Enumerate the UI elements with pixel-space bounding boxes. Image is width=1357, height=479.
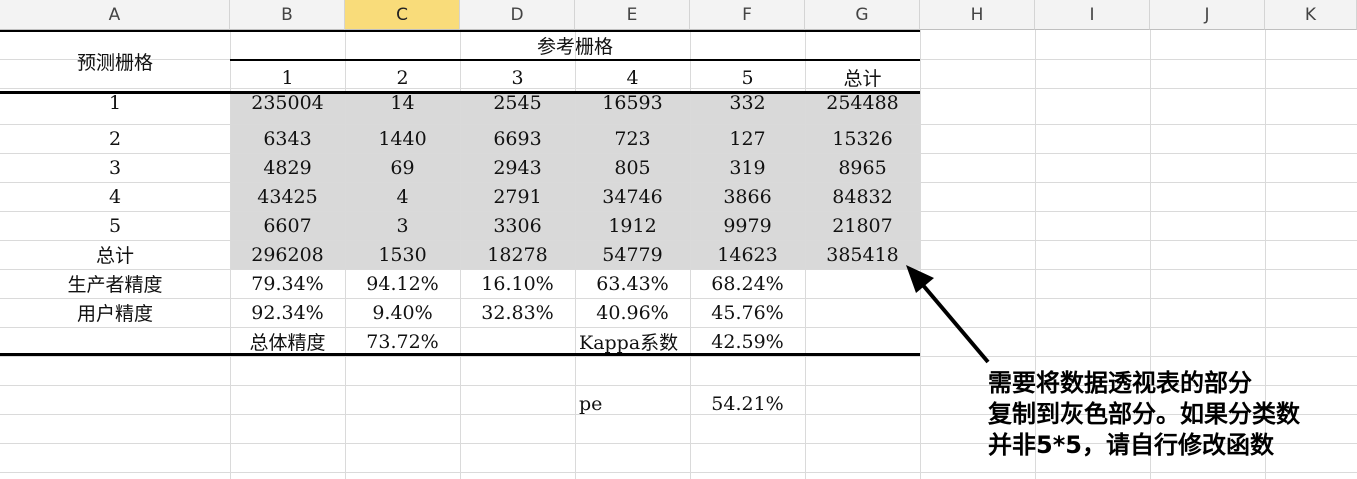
- note-line-3: 并非5*5，请自行修改函数: [988, 431, 1274, 459]
- note-line-2: 复制到灰色部分。如果分类数: [988, 400, 1300, 428]
- note-line-1: 需要将数据透视表的部分: [988, 369, 1252, 397]
- annotation-note: 需要将数据透视表的部分 复制到灰色部分。如果分类数 并非5*5，请自行修改函数: [988, 368, 1300, 461]
